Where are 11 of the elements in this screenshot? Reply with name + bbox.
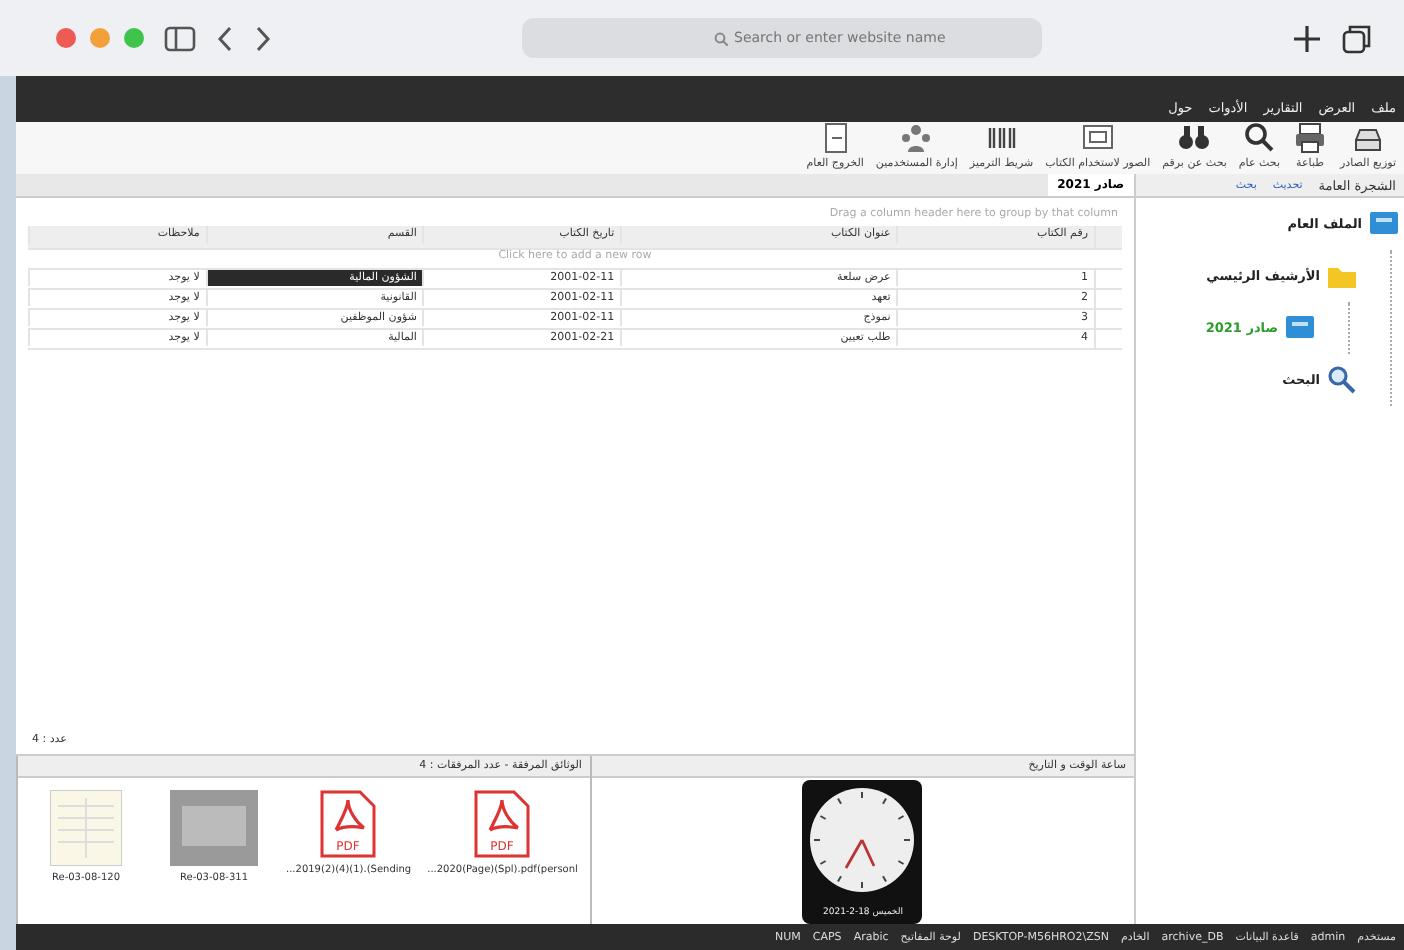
back-icon[interactable]: [216, 25, 234, 51]
sidebar-icon[interactable]: [164, 25, 196, 51]
spreadsheet-thumbnail: [50, 790, 122, 866]
forward-icon[interactable]: [254, 25, 272, 51]
new-tab-icon[interactable]: [1292, 23, 1322, 53]
tabs-overview-icon[interactable]: [1342, 23, 1372, 53]
close-icon[interactable]: [56, 28, 76, 48]
magnifier-icon: [1326, 364, 1358, 396]
document-thumbnail: [170, 790, 258, 866]
clock-drawing: [802, 779, 923, 923]
users-icon: [898, 120, 935, 156]
